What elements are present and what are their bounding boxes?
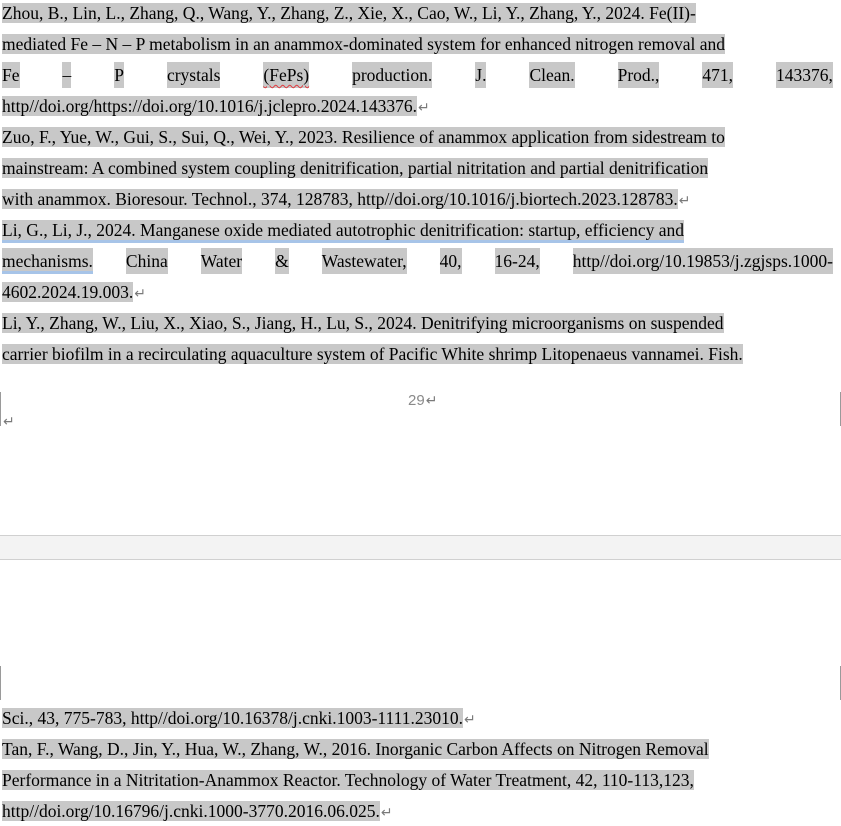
word: & — [275, 248, 289, 274]
word-spelling-flag: (FePs) — [263, 62, 310, 88]
ref-zuo-line-3[interactable]: with anammox. Bioresour. Technol., 374, … — [2, 186, 833, 212]
paragraph-mark-icon: ↵ — [463, 712, 476, 728]
text-run: mainstream: A combined system coupling d… — [2, 158, 709, 178]
paragraph-mark-icon: ↵ — [3, 414, 15, 430]
text-run: Performance in a Nitritation-Anammox Rea… — [2, 770, 694, 790]
paragraph-mark-icon: ↵ — [134, 286, 146, 302]
text-run: Zhou, B., Lin, L., Zhang, Q., Wang, Y., … — [2, 3, 696, 23]
ref-zhou-line-4[interactable]: http//doi.org/https://doi.org/10.1016/j.… — [2, 93, 833, 119]
word: 471, — [702, 62, 734, 88]
word: – — [62, 62, 72, 88]
ref-li-y-line-3[interactable]: Sci., 43, 775-783, http//doi.org/10.1637… — [2, 705, 833, 731]
text-run: Tan, F., Wang, D., Jin, Y., Hua, W., Zha… — [2, 739, 709, 759]
word-grammar-flag: mechanisms. — [2, 248, 93, 274]
text-run: with anammox. Bioresour. Technol., 374, … — [2, 189, 678, 209]
ref-zhou-line-3[interactable]: Fe – P crystals (FePs) production. J. Cl… — [2, 62, 833, 88]
text-run: carrier biofilm in a recirculating aquac… — [2, 344, 743, 364]
word: Fe — [2, 62, 20, 88]
ref-zuo-line-2[interactable]: mainstream: A combined system coupling d… — [2, 155, 833, 181]
word: J. — [475, 62, 487, 88]
margin-corner-mark-right — [832, 392, 841, 426]
ref-zhou-line-2[interactable]: mediated Fe – N – P metabolism in an ana… — [2, 31, 833, 57]
text-run: http//doi.org/https://doi.org/10.1016/j.… — [2, 96, 417, 116]
ref-li-y-line-1[interactable]: Li, Y., Zhang, W., Liu, X., Xiao, S., Ji… — [2, 310, 833, 336]
ref-li-g-line-3[interactable]: 4602.2024.19.003.↵ — [2, 279, 833, 305]
page-break-gap — [0, 535, 841, 560]
text-run: 4602.2024.19.003. — [2, 282, 134, 302]
word: http//doi.org/10.19853/j.zgjsps.1000- — [572, 248, 833, 274]
word: 16-24, — [494, 248, 540, 274]
word: 143376, — [776, 62, 833, 88]
ref-li-g-line-1[interactable]: Li, G., Li, J., 2024. Manganese oxide me… — [2, 217, 833, 243]
ref-tan-line-3[interactable]: http//doi.org/10.16796/j.cnki.1000-3770.… — [2, 798, 833, 824]
paragraph-mark-icon: ↵ — [678, 193, 691, 209]
ref-li-y-line-2[interactable]: carrier biofilm in a recirculating aquac… — [2, 341, 833, 367]
word: crystals — [166, 62, 221, 88]
word: production. — [352, 62, 433, 88]
ref-tan-line-1[interactable]: Tan, F., Wang, D., Jin, Y., Hua, W., Zha… — [2, 736, 833, 762]
paragraph-mark-icon: ↵ — [425, 393, 438, 409]
word: Clean. — [529, 62, 575, 88]
word: P — [114, 62, 124, 88]
word: 40, — [439, 248, 462, 274]
text-run: Sci., 43, 775-783, http//doi.org/10.1637… — [2, 708, 463, 728]
ref-tan-line-2[interactable]: Performance in a Nitritation-Anammox Rea… — [2, 767, 833, 793]
ref-zuo-line-1[interactable]: Zuo, F., Yue, W., Gui, S., Sui, Q., Wei,… — [2, 124, 833, 150]
word: Wastewater, — [321, 248, 407, 274]
page-number: 29↵ — [408, 392, 438, 409]
ref-zhou-line-1[interactable]: Zhou, B., Lin, L., Zhang, Q., Wang, Y., … — [2, 0, 833, 26]
margin-corner-mark-right — [832, 666, 841, 700]
text-run: Li, G., Li, J., 2024. Manganese oxide me… — [2, 220, 684, 243]
paragraph-mark-icon: ↵ — [417, 100, 430, 116]
word: China — [125, 248, 168, 274]
text-run: http//doi.org/10.16796/j.cnki.1000-3770.… — [2, 801, 380, 821]
text-run: Li, Y., Zhang, W., Liu, X., Xiao, S., Ji… — [2, 313, 724, 333]
word: Water — [200, 248, 243, 274]
text-run: mediated Fe – N – P metabolism in an ana… — [2, 34, 725, 54]
word: Prod., — [617, 62, 660, 88]
margin-corner-mark-left — [0, 666, 9, 700]
paragraph-mark-icon: ↵ — [380, 805, 393, 821]
ref-li-g-line-2[interactable]: mechanisms. China Water & Wastewater, 40… — [2, 248, 833, 274]
text-run: Zuo, F., Yue, W., Gui, S., Sui, Q., Wei,… — [2, 127, 725, 147]
